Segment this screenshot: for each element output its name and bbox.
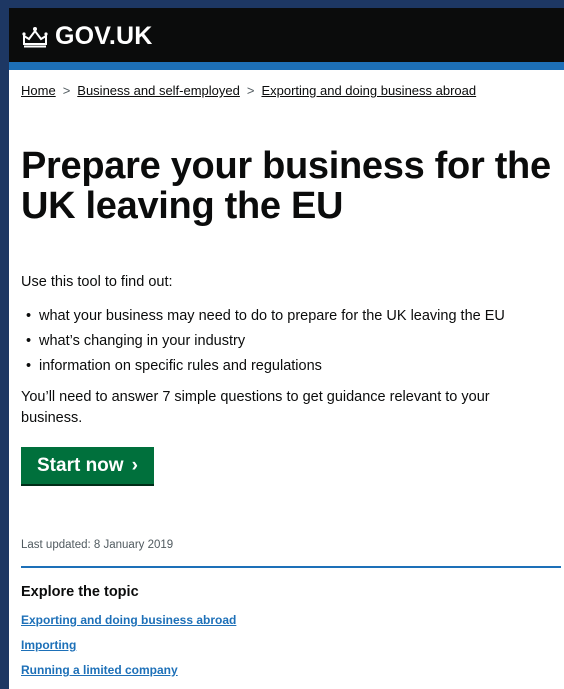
- list-item: what’s changing in your industry: [21, 329, 564, 354]
- breadcrumb-business[interactable]: Business and self-employed: [77, 83, 240, 98]
- bullet-list: what your business may need to do to pre…: [21, 304, 564, 379]
- start-now-label: Start now: [37, 455, 124, 476]
- topic-link-importing[interactable]: Importing: [21, 633, 564, 658]
- intro-text: Use this tool to find out:: [21, 274, 173, 290]
- topic-link-limited-company[interactable]: Running a limited company: [21, 658, 564, 683]
- page-frame: GOV.UK Home > Business and self-employed…: [0, 0, 564, 689]
- main-content: Home > Business and self-employed > Expo…: [21, 70, 564, 683]
- explore-topic-links: Exporting and doing business abroad Impo…: [21, 608, 564, 683]
- breadcrumb-separator: >: [62, 83, 71, 98]
- breadcrumb-exporting[interactable]: Exporting and doing business abroad: [261, 83, 476, 98]
- last-updated: Last updated: 8 January 2019: [21, 539, 174, 551]
- logo-text: GOV.UK: [55, 22, 153, 50]
- start-now-button[interactable]: Start now ›: [21, 447, 154, 484]
- questions-info: You’ll need to answer 7 simple questions…: [21, 389, 490, 426]
- header-blue-bar: [9, 62, 564, 70]
- page-title: Prepare your business for the UK leaving…: [21, 145, 551, 227]
- section-divider: [21, 566, 561, 568]
- list-item: information on specific rules and regula…: [21, 354, 564, 379]
- explore-topic-heading: Explore the topic: [21, 584, 139, 600]
- govuk-logo-link[interactable]: GOV.UK: [21, 24, 153, 49]
- breadcrumb-home[interactable]: Home: [21, 83, 56, 98]
- chevron-right-icon: ›: [131, 455, 138, 476]
- list-item: what your business may need to do to pre…: [21, 304, 564, 329]
- breadcrumb: Home > Business and self-employed > Expo…: [21, 83, 564, 98]
- crown-icon: [22, 26, 48, 47]
- topic-link-exporting[interactable]: Exporting and doing business abroad: [21, 608, 564, 633]
- site-header: GOV.UK: [9, 8, 564, 62]
- breadcrumb-separator: >: [246, 83, 255, 98]
